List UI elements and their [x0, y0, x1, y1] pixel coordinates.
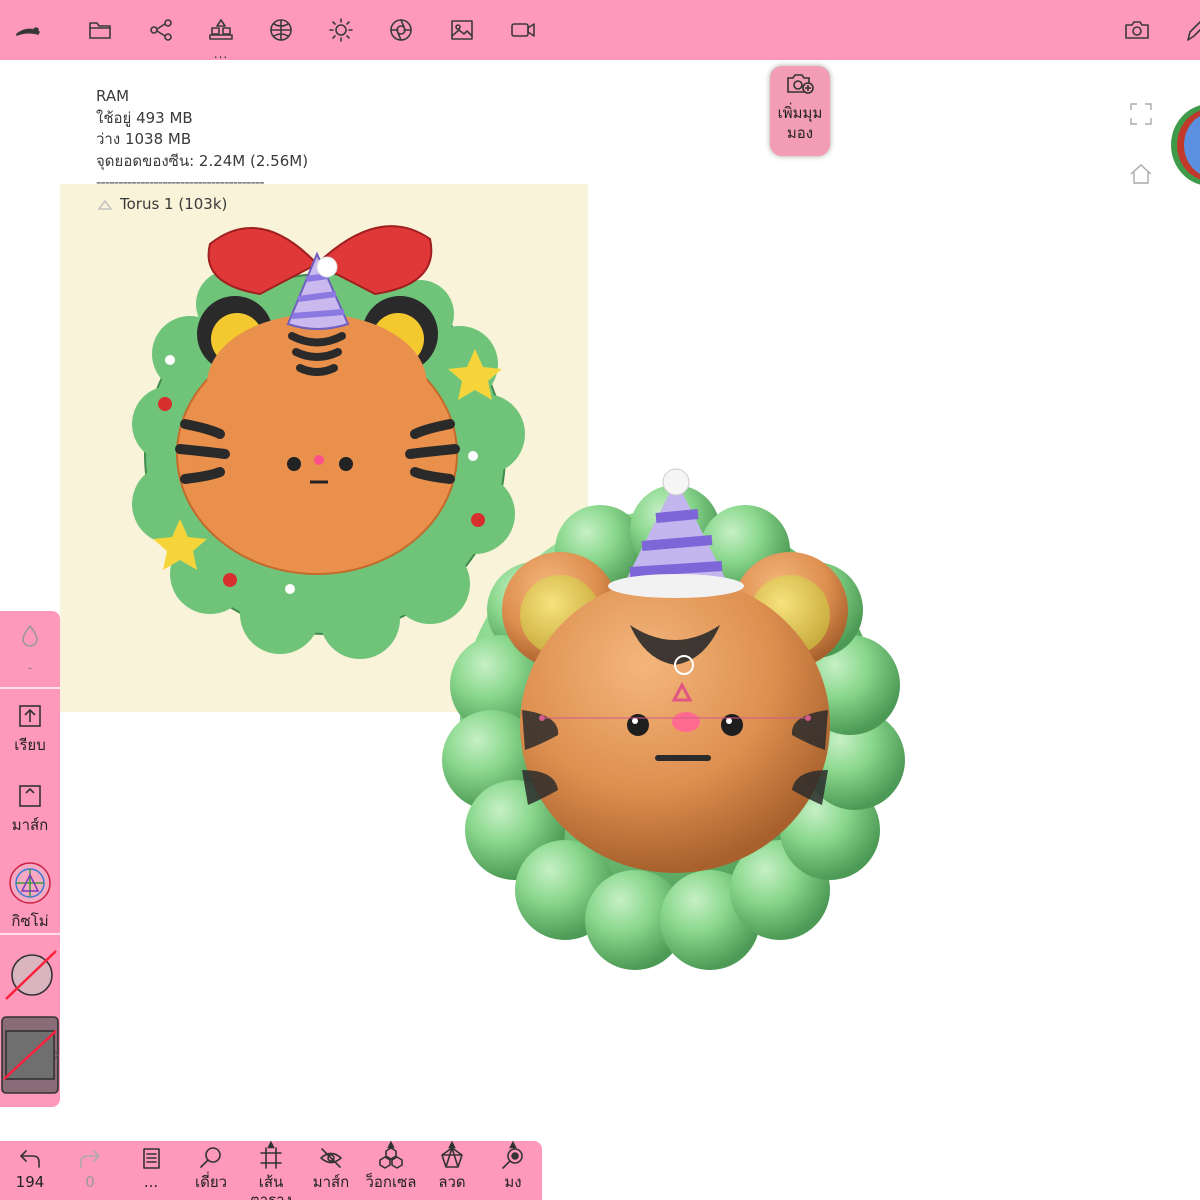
viewport-3d-model[interactable] — [430, 460, 910, 970]
sculpt-tool-icon[interactable] — [10, 12, 46, 48]
pen-icon[interactable] — [1176, 12, 1200, 48]
shapes-icon[interactable]: ... — [203, 12, 239, 60]
camera-icon[interactable] — [1119, 12, 1155, 48]
video-icon[interactable] — [505, 12, 541, 48]
redo-icon — [80, 1150, 100, 1168]
add-view-button[interactable]: เพิ่มมุมมอง — [770, 66, 830, 156]
mesh-triangle-icon — [98, 199, 112, 210]
scene-stats: RAM ใช้อยู่ 493 MB ว่าง 1038 MB จุดยอดขอ… — [96, 86, 308, 215]
panel-divider — [0, 933, 60, 935]
mesh-entry[interactable]: Torus 1 (103k) — [96, 194, 308, 216]
solo-label: เดี่ยว — [194, 1173, 228, 1191]
wireframe-button[interactable]: ▲ ลวด — [424, 1140, 480, 1192]
undo-count: 194 — [15, 1173, 45, 1191]
ram-used: ใช้อยู่ 493 MB — [96, 108, 193, 127]
mask-visibility-label: มาส์ก — [312, 1173, 350, 1191]
upload-box-icon — [19, 705, 41, 727]
mesh-name: Torus 1 (103k) — [120, 194, 228, 213]
redo-button[interactable]: 0 — [62, 1145, 118, 1191]
panel-divider — [0, 687, 60, 689]
grid-button[interactable]: ▲ เส้นตาราง — [243, 1140, 299, 1200]
mask-box-icon — [19, 785, 41, 807]
view-button[interactable]: ▲ มง — [485, 1140, 541, 1191]
undo-button[interactable]: 194 — [2, 1145, 58, 1191]
gizmo-icon — [9, 862, 51, 904]
undo-icon — [20, 1150, 40, 1168]
tiger-wreath-3d — [442, 468, 905, 970]
drop-dash: - — [27, 661, 33, 676]
navigation-cube[interactable] — [1170, 103, 1200, 187]
grid-label: เส้นตาราง — [250, 1173, 292, 1200]
sphere-icon[interactable] — [263, 12, 299, 48]
top-toolbar: ... — [0, 0, 1200, 60]
left-tool-panel: - เรียบ มาส์ก กิซโม่ — [0, 611, 60, 1107]
magnifier-icon — [200, 1147, 221, 1168]
arrange-button[interactable]: เรียบ — [0, 703, 60, 757]
bottom-toolbar: 194 0 ... เดี่ยว ▲ เส้นตาราง มาส์ก ▲ ว็อ… — [0, 1140, 542, 1200]
ram-label: RAM — [96, 87, 130, 105]
gizmo-label: กิซโม่ — [11, 912, 49, 930]
image-icon[interactable] — [444, 12, 480, 48]
folder-icon[interactable] — [82, 12, 118, 48]
shapes-more: ... — [213, 47, 229, 61]
camera-add-icon — [787, 74, 814, 94]
stats-separator: -------------------------------------- — [96, 173, 265, 191]
add-view-label: เพิ่มมุมมอง — [777, 104, 823, 142]
view-label: มง — [504, 1173, 522, 1191]
layers-more: ... — [143, 1173, 159, 1191]
material-swatch[interactable] — [0, 947, 60, 1003]
mask-visibility-button[interactable]: มาส์ก — [303, 1145, 359, 1191]
mask-label: มาส์ก — [11, 816, 49, 834]
layers-button[interactable]: ... — [123, 1145, 179, 1191]
home-icon[interactable] — [1127, 160, 1155, 188]
wireframe-label: ลวด — [438, 1173, 466, 1191]
material-sphere-icon — [5, 950, 57, 1000]
light-icon[interactable] — [323, 12, 359, 48]
color-swatch[interactable] — [0, 1015, 60, 1095]
scene-vertices: จุดยอดของซีน: 2.24M (2.56M) — [96, 151, 309, 170]
ram-free: ว่าง 1038 MB — [96, 130, 192, 148]
arrange-label: เรียบ — [14, 736, 46, 754]
redo-count: 0 — [85, 1173, 95, 1191]
gizmo-button[interactable]: กิซโม่ — [0, 861, 60, 933]
book-icon — [143, 1148, 160, 1169]
share-icon[interactable] — [143, 12, 179, 48]
mask-button[interactable]: มาส์ก — [0, 783, 60, 837]
drop-icon[interactable] — [0, 623, 60, 653]
solo-button[interactable]: เดี่ยว — [183, 1145, 239, 1191]
voxel-button[interactable]: ▲ ว็อกเซล — [363, 1140, 419, 1192]
camera-lens-icon[interactable] — [383, 12, 419, 48]
voxel-label: ว็อกเซล — [365, 1173, 417, 1191]
nav-cube-icon — [1171, 105, 1200, 185]
color-swatch-icon — [1, 1016, 59, 1094]
fullscreen-icon[interactable] — [1127, 100, 1155, 128]
eye-off-icon — [320, 1148, 342, 1168]
